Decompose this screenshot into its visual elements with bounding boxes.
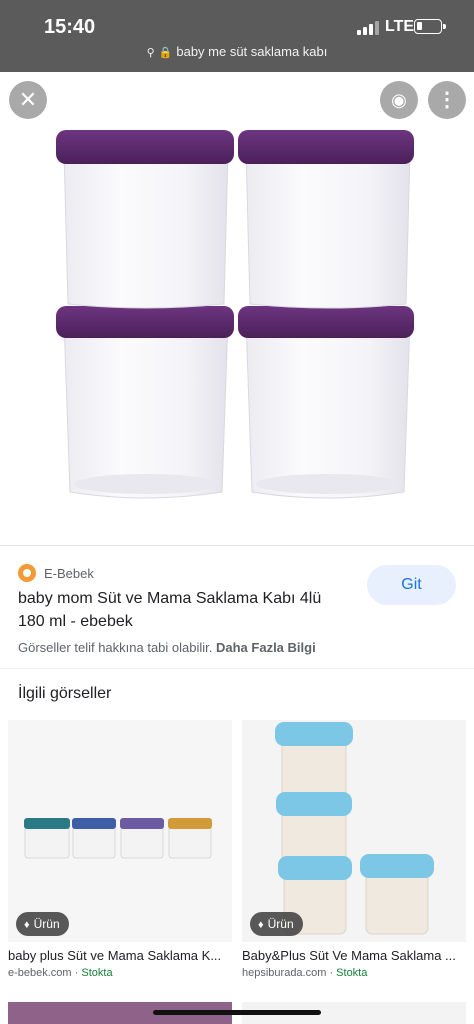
lock-icon: 🔒 — [158, 47, 173, 59]
network-label: LTE — [385, 18, 415, 35]
url-bar[interactable]: ⚲ 🔒 baby me süt saklama kabı — [0, 44, 474, 59]
stock-status: Stokta — [81, 967, 113, 979]
source-row[interactable]: E-Bebek — [18, 562, 94, 584]
related-card[interactable]: ♦ Ürün baby plus Süt ve Mama Saklama K...… — [8, 720, 232, 979]
jars-image — [24, 818, 212, 859]
related-card[interactable]: ♦ Ürün Baby&Plus Süt Ve Mama Saklama ... … — [242, 720, 466, 979]
divider — [0, 668, 474, 669]
related-title[interactable]: baby plus Süt ve Mama Saklama K... — [8, 948, 232, 963]
site-name: e-bebek.com — [8, 967, 72, 979]
product-badge: ♦ Ürün — [250, 912, 303, 936]
image-viewer[interactable]: ✕ ◉ ⋮ — [0, 72, 474, 546]
result-title[interactable]: baby mom Süt ve Mama Saklama Kabı 4lü 18… — [18, 587, 338, 633]
copyright-text: Görseller telif hakkına tabi olabilir. — [18, 640, 213, 655]
related-heading: İlgili görseller — [18, 685, 112, 702]
badge-label: Ürün — [33, 917, 60, 931]
battery-icon — [414, 19, 446, 34]
url-text: baby me süt saklama kabı — [176, 44, 328, 59]
source-name: E-Bebek — [44, 565, 94, 581]
visit-button[interactable]: Git — [367, 565, 456, 605]
related-title[interactable]: Baby&Plus Süt Ve Mama Saklama ... — [242, 948, 466, 963]
related-meta: hepsiburada.com · Stokta — [242, 967, 368, 979]
tag-icon: ♦ — [258, 919, 264, 931]
signal-icon — [357, 21, 379, 35]
jars-image — [275, 722, 434, 935]
source-logo-icon — [18, 564, 36, 582]
badge-label: Ürün — [267, 917, 294, 931]
related-image[interactable]: ♦ Ürün — [8, 720, 232, 942]
home-indicator[interactable] — [153, 1010, 321, 1015]
more-vert-icon[interactable]: ⋮ — [428, 81, 466, 119]
more-info-link[interactable]: Daha Fazla Bilgi — [216, 640, 316, 655]
status-time: 15:40 — [44, 16, 96, 38]
site-name: hepsiburada.com — [242, 967, 327, 979]
copyright-notice: Görseller telif hakkına tabi olabilir. D… — [18, 640, 316, 655]
related-meta: e-bebek.com · Stokta — [8, 967, 113, 979]
stock-status: Stokta — [336, 967, 368, 979]
product-image — [56, 130, 414, 499]
status-bar: 15:40 LTE ⚲ 🔒 baby me süt saklama kabı — [0, 0, 474, 72]
product-badge: ♦ Ürün — [16, 912, 69, 936]
tag-icon: ♦ — [24, 919, 30, 931]
search-icon: ⚲ — [146, 47, 155, 59]
lens-icon[interactable]: ◉ — [380, 81, 418, 119]
close-icon[interactable]: ✕ — [9, 81, 47, 119]
related-image[interactable]: ♦ Ürün — [242, 720, 466, 942]
